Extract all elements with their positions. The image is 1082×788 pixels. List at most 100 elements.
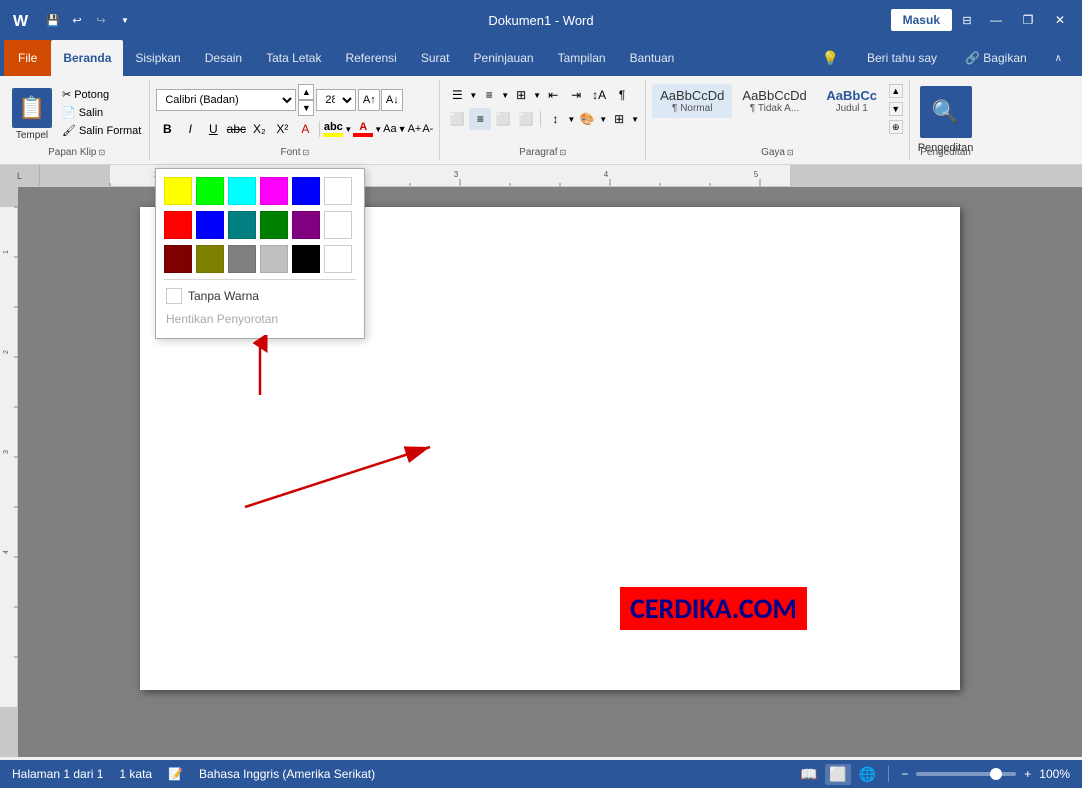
increase-indent-button[interactable]: A+ — [408, 123, 422, 135]
font-group-label[interactable]: Font ⊡ — [280, 147, 309, 158]
highlight-dropdown-arrow[interactable]: ▼ — [344, 125, 352, 134]
strikethrough-button[interactable]: abc — [225, 118, 247, 140]
superscript-button[interactable]: X² — [271, 118, 293, 140]
save-button[interactable]: 💾 — [42, 9, 64, 31]
numbering-dropdown[interactable]: ▼ — [501, 91, 509, 100]
decrease-indent-button[interactable]: A- — [422, 123, 433, 135]
zoom-slider[interactable] — [916, 772, 1016, 776]
share-button[interactable]: 🔗 Bagikan — [953, 40, 1039, 76]
color-green[interactable] — [260, 211, 288, 239]
style-normal[interactable]: AaBbCcDd ¶ Normal — [652, 84, 732, 118]
case-dropdown[interactable]: ▼ — [398, 124, 407, 134]
borders-dropdown[interactable]: ▼ — [631, 115, 639, 124]
color-teal[interactable] — [228, 211, 256, 239]
tab-peninjauan[interactable]: Peninjauan — [462, 40, 546, 76]
stop-highlight-option[interactable]: Hentikan Penyorotan — [164, 308, 356, 330]
color-silver[interactable] — [260, 245, 288, 273]
no-color-option[interactable]: Tanpa Warna — [164, 284, 356, 308]
sort-button[interactable]: ↕A — [588, 84, 610, 106]
color-blue[interactable] — [292, 177, 320, 205]
tab-tata-letak[interactable]: Tata Letak — [254, 40, 333, 76]
multilevel-dropdown[interactable]: ▼ — [533, 91, 541, 100]
color-magenta[interactable] — [260, 177, 288, 205]
color-white1[interactable] — [324, 177, 352, 205]
subscript-button[interactable]: X₂ — [248, 118, 270, 140]
web-layout-button[interactable]: 🌐 — [859, 766, 876, 783]
tab-beranda[interactable]: Beranda — [51, 40, 123, 76]
numbering-button[interactable]: ≡ — [478, 84, 500, 106]
font-color-button[interactable]: A — [353, 121, 373, 137]
justify-button[interactable]: ⬜ — [515, 108, 537, 130]
tell-me-icon[interactable]: 💡 — [810, 40, 851, 76]
shading-button[interactable]: 🎨 — [576, 108, 598, 130]
show-formatting-button[interactable]: ¶ — [611, 84, 633, 106]
language[interactable]: Bahasa Inggris (Amerika Serikat) — [199, 767, 375, 781]
align-right-button[interactable]: ⬜ — [492, 108, 514, 130]
tab-file[interactable]: File — [4, 40, 51, 76]
search-editing-button[interactable]: 🔍 — [920, 86, 972, 138]
clear-format-button[interactable]: A — [294, 118, 316, 140]
print-layout-button[interactable]: ⬜ — [825, 764, 850, 785]
font-size-select[interactable]: 28 — [316, 89, 356, 111]
font-size-increase[interactable]: ▲ — [298, 84, 314, 100]
color-navy[interactable] — [196, 211, 224, 239]
style-judul1[interactable]: AaBbCc Judul 1 — [817, 84, 887, 118]
styles-down-arrow[interactable]: ▼ — [889, 102, 903, 116]
color-purple[interactable] — [292, 211, 320, 239]
color-red[interactable] — [164, 211, 192, 239]
align-left-button[interactable]: ⬜ — [446, 108, 468, 130]
align-center-button[interactable]: ≡ — [469, 108, 491, 130]
bold-button[interactable]: B — [156, 118, 178, 140]
signin-button[interactable]: Masuk — [891, 9, 952, 31]
tab-desain[interactable]: Desain — [193, 40, 254, 76]
ribbon-display-options[interactable]: ⊟ — [956, 9, 978, 31]
tell-me-button[interactable]: Beri tahu say — [855, 40, 949, 76]
redo-button[interactable]: ↪ — [90, 9, 112, 31]
paste-button[interactable]: 📋 Tempel — [8, 84, 56, 145]
shrink-font-button[interactable]: A↓ — [381, 89, 403, 111]
shading-dropdown[interactable]: ▼ — [599, 115, 607, 124]
clipboard-group-label[interactable]: Papan Klip ⊡ — [48, 147, 105, 158]
font-size-decrease[interactable]: ▼ — [298, 100, 314, 116]
tab-surat[interactable]: Surat — [409, 40, 462, 76]
style-tidak-ada-spasi[interactable]: AaBbCcDd ¶ Tidak A... — [734, 84, 814, 118]
copy-button[interactable]: 📄 Salin — [58, 104, 145, 121]
color-white3[interactable] — [324, 245, 352, 273]
color-black[interactable] — [292, 245, 320, 273]
decrease-indent-para-button[interactable]: ⇤ — [542, 84, 564, 106]
customize-quick-access[interactable]: ▼ — [114, 9, 136, 31]
undo-button[interactable]: ↩ — [66, 9, 88, 31]
color-darkred[interactable] — [164, 245, 192, 273]
bullets-button[interactable]: ☰ — [446, 84, 468, 106]
tab-bantuan[interactable]: Bantuan — [618, 40, 687, 76]
zoom-out-button[interactable]: − — [901, 767, 908, 781]
tab-sisipkan[interactable]: Sisipkan — [123, 40, 192, 76]
color-lime[interactable] — [196, 177, 224, 205]
read-mode-button[interactable]: 📖 — [800, 766, 817, 783]
multilevel-list-button[interactable]: ⊞ — [510, 84, 532, 106]
zoom-in-button[interactable]: + — [1024, 767, 1031, 781]
close-button[interactable]: ✕ — [1046, 6, 1074, 34]
line-spacing-button[interactable]: ↕ — [544, 108, 566, 130]
text-highlight-button[interactable]: abc — [323, 121, 343, 137]
line-spacing-dropdown[interactable]: ▼ — [567, 115, 575, 124]
borders-button[interactable]: ⊞ — [608, 108, 630, 130]
minimize-button[interactable]: — — [982, 6, 1010, 34]
paragraph-group-label[interactable]: Paragraf ⊡ — [519, 147, 566, 158]
collapse-ribbon-button[interactable]: ∧ — [1043, 40, 1074, 76]
bullets-dropdown[interactable]: ▼ — [469, 91, 477, 100]
color-gray[interactable] — [228, 245, 256, 273]
styles-expand-arrow[interactable]: ⊕ — [889, 120, 903, 134]
restore-button[interactable]: ❐ — [1014, 6, 1042, 34]
color-white2[interactable] — [324, 211, 352, 239]
font-family-select[interactable]: Calibri (Badan) — [156, 89, 296, 111]
underline-button[interactable]: U — [202, 118, 224, 140]
increase-indent-para-button[interactable]: ⇥ — [565, 84, 587, 106]
color-olive[interactable] — [196, 245, 224, 273]
proofing-icon[interactable]: 📝 — [168, 767, 183, 781]
tab-referensi[interactable]: Referensi — [333, 40, 408, 76]
case-button[interactable]: Aa — [383, 123, 396, 135]
italic-button[interactable]: I — [179, 118, 201, 140]
format-painter-button[interactable]: 🖌 Salin Format — [58, 122, 145, 139]
cut-button[interactable]: ✂ Potong — [58, 86, 145, 103]
